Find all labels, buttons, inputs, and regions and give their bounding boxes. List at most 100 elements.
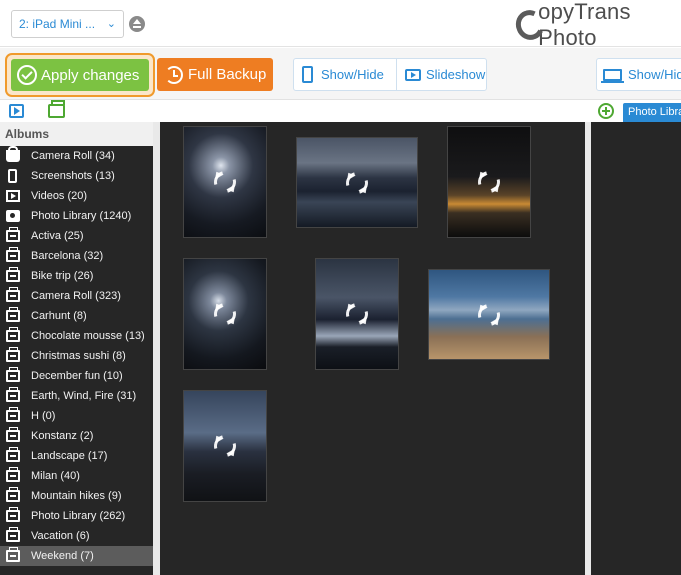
album-icon <box>6 447 20 462</box>
album-icon <box>6 467 20 482</box>
pc-photo-library-tab[interactable]: Photo Library <box>623 103 681 122</box>
album-label: H (0) <box>31 410 56 422</box>
rotate-icon[interactable] <box>341 167 373 198</box>
album-item[interactable]: Photo Library (1240) <box>0 206 153 226</box>
album-icon <box>6 227 20 242</box>
logo-text: opyTrans Photo <box>538 0 631 50</box>
album-item[interactable]: Landscape (17) <box>0 446 153 466</box>
album-label: Vacation (6) <box>31 530 90 542</box>
albums-header: Albums <box>0 122 153 146</box>
album-item[interactable]: Weekend (7) <box>0 546 153 566</box>
phone-icon <box>302 66 313 83</box>
album-icon <box>6 327 20 342</box>
slideshow-icon <box>405 68 421 81</box>
album-item[interactable]: H (0) <box>0 406 153 426</box>
photo-thumbnail[interactable] <box>183 258 267 370</box>
album-icon <box>6 427 20 442</box>
history-icon <box>165 65 183 84</box>
pc-photo-pane <box>591 122 681 575</box>
album-icon <box>6 347 20 362</box>
album-label: Landscape (17) <box>31 450 108 462</box>
device-select-label: 2: iPad Mini ... <box>19 17 96 31</box>
full-backup-button[interactable]: Full Backup <box>157 58 273 91</box>
slideshow-button[interactable]: Slideshow <box>397 59 486 90</box>
album-item[interactable]: Milan (40) <box>0 466 153 486</box>
device-show-hide-label: Show/Hide <box>321 67 384 82</box>
album-item[interactable]: Bike trip (26) <box>0 266 153 286</box>
camera-icon <box>6 210 20 222</box>
device-select[interactable]: 2: iPad Mini ... ⌄ <box>11 10 124 38</box>
rotate-icon[interactable] <box>209 430 241 462</box>
album-label: Christmas sushi (8) <box>31 350 126 362</box>
album-icon <box>6 287 20 302</box>
pc-show-hide-label: Show/Hid <box>628 67 681 82</box>
album-icon <box>6 247 20 262</box>
album-list: Camera Roll (34) Screenshots (13) Videos (… <box>0 146 153 566</box>
album-label: Camera Roll (323) <box>31 290 121 302</box>
apply-changes-label: Apply changes <box>41 66 140 84</box>
album-label: Photo Library (1240) <box>31 210 132 222</box>
apply-changes-button[interactable]: Apply changes <box>11 59 149 91</box>
album-label: Carhunt (8) <box>31 310 87 322</box>
album-label: Photo Library (262) <box>31 510 126 522</box>
rotate-icon[interactable] <box>341 298 373 330</box>
app-logo: opyTrans Photo <box>511 0 681 50</box>
device-show-hide-button[interactable]: Show/Hide <box>294 59 397 90</box>
pane-divider[interactable] <box>153 122 160 575</box>
album-icon <box>6 387 20 402</box>
album-icon <box>6 307 20 322</box>
album-label: Konstanz (2) <box>31 430 94 442</box>
album-label: Chocolate mousse (13) <box>31 330 145 342</box>
album-icon <box>6 547 20 562</box>
album-label: Camera Roll (34) <box>31 150 115 162</box>
photo-thumbnail[interactable] <box>183 126 267 238</box>
album-label: Weekend (7) <box>31 550 94 562</box>
pc-show-hide-button[interactable]: Show/Hid <box>596 58 681 91</box>
rotate-icon[interactable] <box>209 166 241 198</box>
album-label: Mountain hikes (9) <box>31 490 122 502</box>
album-label: December fun (10) <box>31 370 123 382</box>
laptop-icon <box>601 68 624 83</box>
album-icon <box>6 507 20 522</box>
rotate-icon[interactable] <box>209 298 241 330</box>
album-label: Earth, Wind, Fire (31) <box>31 390 137 402</box>
album-label: Screenshots (13) <box>31 170 115 182</box>
album-item[interactable]: Camera Roll (323) <box>0 286 153 306</box>
apply-highlight: Apply changes <box>5 53 155 97</box>
album-item[interactable]: Konstanz (2) <box>0 426 153 446</box>
album-item[interactable]: December fun (10) <box>0 366 153 386</box>
album-item[interactable]: Christmas sushi (8) <box>0 346 153 366</box>
album-item[interactable]: Barcelona (32) <box>0 246 153 266</box>
album-icon <box>6 267 20 282</box>
album-item[interactable]: Screenshots (13) <box>0 166 153 186</box>
photo-thumbnail[interactable] <box>183 390 267 502</box>
photo-thumbnail[interactable] <box>315 258 399 370</box>
photo-thumbnail[interactable] <box>296 137 418 228</box>
rotate-icon[interactable] <box>473 299 505 330</box>
album-item[interactable]: Chocolate mousse (13) <box>0 326 153 346</box>
album-item[interactable]: Activa (25) <box>0 226 153 246</box>
album-item[interactable]: Photo Library (262) <box>0 506 153 526</box>
plus-circle-icon[interactable] <box>598 103 614 119</box>
album-label: Barcelona (32) <box>31 250 104 262</box>
app-header: 2: iPad Mini ... ⌄ opyTrans Photo <box>0 0 681 50</box>
album-item[interactable]: Camera Roll (34) <box>0 146 153 166</box>
album-icon <box>6 487 20 502</box>
play-icon[interactable] <box>9 104 24 118</box>
slideshow-label: Slideshow <box>426 67 486 82</box>
photo-thumbnail[interactable] <box>447 126 531 238</box>
album-item[interactable]: Mountain hikes (9) <box>0 486 153 506</box>
photo-thumbnail[interactable] <box>428 269 550 360</box>
eject-icon[interactable] <box>129 16 145 32</box>
album-item[interactable]: Earth, Wind, Fire (31) <box>0 386 153 406</box>
sub-toolbar <box>0 100 681 122</box>
album-item[interactable]: Carhunt (8) <box>0 306 153 326</box>
albums-sidebar: Albums Camera Roll (34) Screenshots (13) V… <box>0 122 153 575</box>
rotate-icon[interactable] <box>473 166 505 198</box>
album-item[interactable]: Vacation (6) <box>0 526 153 546</box>
device-view-buttons: Show/Hide Slideshow <box>293 58 487 91</box>
album-item[interactable]: Videos (20) <box>0 186 153 206</box>
add-album-icon[interactable] <box>48 100 65 118</box>
album-icon <box>6 367 20 382</box>
basket-icon <box>6 146 20 162</box>
